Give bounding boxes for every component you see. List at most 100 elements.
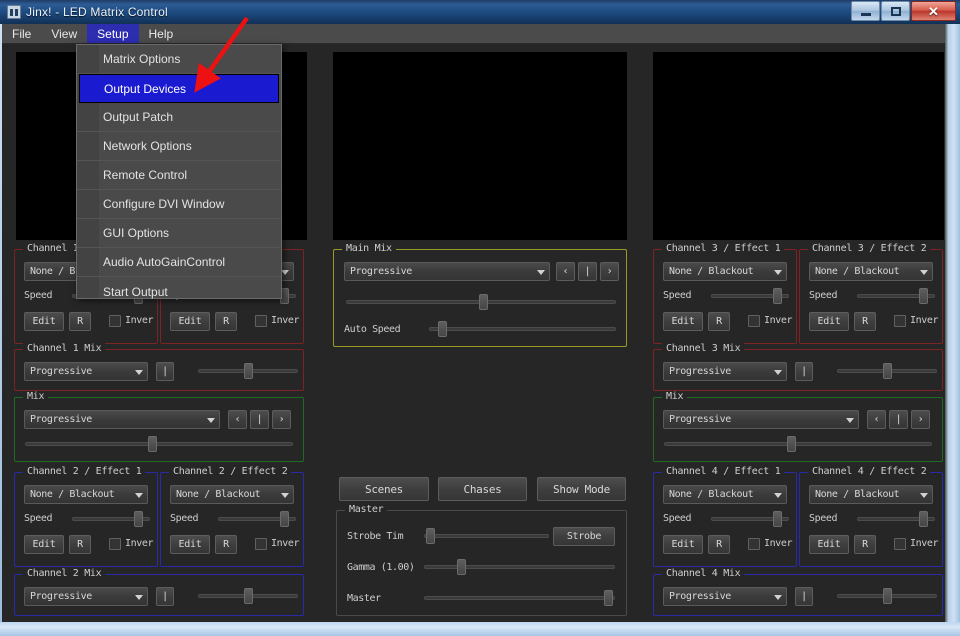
menu-setup[interactable]: Setup [87,24,139,43]
main-mix-bar-button[interactable]: | [578,262,597,281]
channel2-effect1-edit-button[interactable]: Edit [24,535,64,554]
channel2-effect1-r-button[interactable]: R [69,535,91,554]
left-mix-prev-button[interactable]: ‹ [228,410,247,429]
channel2-effect2-r-button[interactable]: R [215,535,237,554]
channel2-effect2-edit-button[interactable]: Edit [170,535,210,554]
slider-thumb[interactable] [787,436,796,452]
channel4-mix-bar-button[interactable]: | [795,587,813,606]
left-mix-select[interactable]: Progressive [24,410,220,429]
maximize-button[interactable] [881,1,910,21]
slider-thumb[interactable] [883,363,892,379]
channel1-effect2-invert-checkbox[interactable] [255,315,267,327]
slider-thumb[interactable] [604,590,613,606]
slider-thumb[interactable] [773,511,782,527]
channel3-effect2-invert-checkbox[interactable] [894,315,906,327]
slider-thumb[interactable] [426,528,435,544]
menu-view[interactable]: View [41,24,87,43]
channel3-effect1-invert-checkbox[interactable] [748,315,760,327]
right-mix-next-button[interactable]: › [911,410,930,429]
slider-thumb[interactable] [919,288,928,304]
slider-thumb[interactable] [280,511,289,527]
right-mix-select[interactable]: Progressive [663,410,859,429]
channel4-effect2-edit-button[interactable]: Edit [809,535,849,554]
slider-thumb[interactable] [244,588,253,604]
channel4-effect2-select[interactable]: None / Blackout [809,485,933,504]
scenes-button[interactable]: Scenes [339,477,429,501]
channel4-effect1-r-button[interactable]: R [708,535,730,554]
channel1-effect1-r-button[interactable]: R [69,312,91,331]
slider-thumb[interactable] [919,511,928,527]
channel3-effect1-edit-button[interactable]: Edit [663,312,703,331]
left-mix-next-button[interactable]: › [272,410,291,429]
channel2-mix-bar-button[interactable]: | [156,587,174,606]
close-button[interactable]: ✕ [911,1,956,21]
channel3-effect1-speed-slider[interactable] [711,288,789,304]
strobe-time-slider[interactable] [424,528,549,544]
show-mode-button[interactable]: Show Mode [537,477,626,501]
menu-file[interactable]: File [2,24,41,43]
channel3-effect2-edit-button[interactable]: Edit [809,312,849,331]
slider-thumb[interactable] [883,588,892,604]
gamma-slider[interactable] [424,559,615,575]
channel3-mix-select[interactable]: Progressive [663,362,787,381]
main-mix-next-button[interactable]: › [600,262,619,281]
channel3-mix-bar-button[interactable]: | [795,362,813,381]
menu-item-remote-control[interactable]: Remote Control [77,161,281,190]
slider-thumb[interactable] [134,511,143,527]
channel2-effect1-invert-checkbox[interactable] [109,538,121,550]
channel2-mix-select[interactable]: Progressive [24,587,148,606]
channel1-mix-slider[interactable] [198,363,298,379]
channel3-effect2-r-button[interactable]: R [854,312,876,331]
menu-item-matrix-options[interactable]: Matrix Options [77,45,281,74]
strobe-button[interactable]: Strobe [553,527,615,546]
channel4-effect2-r-button[interactable]: R [854,535,876,554]
channel1-effect2-edit-button[interactable]: Edit [170,312,210,331]
slider-thumb[interactable] [479,294,488,310]
channel1-mix-select[interactable]: Progressive [24,362,148,381]
slider-thumb[interactable] [457,559,466,575]
channel2-mix-slider[interactable] [198,588,298,604]
right-mix-prev-button[interactable]: ‹ [867,410,886,429]
slider-thumb[interactable] [244,363,253,379]
slider-thumb[interactable] [438,321,447,337]
channel3-mix-slider[interactable] [837,363,937,379]
right-mix-slider[interactable] [664,436,932,452]
channel4-effect1-speed-slider[interactable] [711,511,789,527]
slider-thumb[interactable] [148,436,157,452]
channel1-effect1-edit-button[interactable]: Edit [24,312,64,331]
channel4-effect2-invert-checkbox[interactable] [894,538,906,550]
menu-help[interactable]: Help [139,24,184,43]
channel3-effect1-select[interactable]: None / Blackout [663,262,787,281]
channel2-effect2-speed-slider[interactable] [218,511,296,527]
left-mix-slider[interactable] [25,436,293,452]
channel3-effect2-speed-slider[interactable] [857,288,935,304]
menu-item-output-patch[interactable]: Output Patch [77,103,281,132]
menu-item-output-devices[interactable]: Output Devices [79,74,279,103]
minimize-button[interactable] [851,1,880,21]
channel3-effect2-select[interactable]: None / Blackout [809,262,933,281]
channel1-effect2-r-button[interactable]: R [215,312,237,331]
channel2-effect2-select[interactable]: None / Blackout [170,485,294,504]
menu-item-gui-options[interactable]: GUI Options [77,219,281,248]
left-mix-bar-button[interactable]: | [250,410,269,429]
menu-item-configure-dvi-window[interactable]: Configure DVI Window [77,190,281,219]
channel4-mix-slider[interactable] [837,588,937,604]
channel3-effect1-r-button[interactable]: R [708,312,730,331]
slider-thumb[interactable] [773,288,782,304]
channel1-mix-bar-button[interactable]: | [156,362,174,381]
channel4-effect1-select[interactable]: None / Blackout [663,485,787,504]
channel2-effect1-select[interactable]: None / Blackout [24,485,148,504]
menu-item-start-output[interactable]: Start Output [77,277,281,306]
menu-item-audio-autogaincontrol[interactable]: Audio AutoGainControl [77,248,281,277]
channel2-effect2-invert-checkbox[interactable] [255,538,267,550]
channel4-mix-select[interactable]: Progressive [663,587,787,606]
channel4-effect1-invert-checkbox[interactable] [748,538,760,550]
chases-button[interactable]: Chases [438,477,527,501]
main-mix-prev-button[interactable]: ‹ [556,262,575,281]
main-mix-slider[interactable] [346,294,616,310]
channel1-effect1-invert-checkbox[interactable] [109,315,121,327]
channel2-effect1-speed-slider[interactable] [72,511,150,527]
menu-item-network-options[interactable]: Network Options [77,132,281,161]
channel4-effect1-edit-button[interactable]: Edit [663,535,703,554]
main-mix-select[interactable]: Progressive [344,262,550,281]
